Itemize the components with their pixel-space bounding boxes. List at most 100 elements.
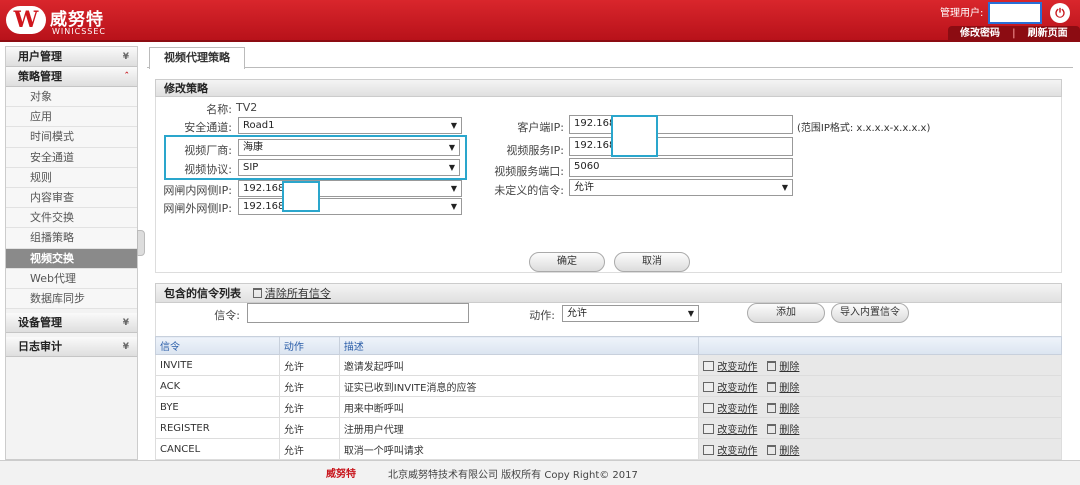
action-select[interactable]: 允许 ▼	[562, 305, 699, 322]
name-value: TV2	[236, 101, 258, 114]
signal-list-title: 包含的信令列表	[164, 287, 241, 300]
edit-icon	[703, 360, 715, 371]
footer-logo: 威努特	[326, 469, 356, 480]
undefined-signal-select[interactable]: 允许 ▼	[569, 179, 793, 196]
add-signal-button[interactable]: 添加	[747, 303, 825, 323]
dropdown-arrow-icon: ▼	[781, 183, 788, 192]
action-select-value: 允许	[567, 308, 587, 319]
sidebar-item-object[interactable]: 对象	[6, 87, 137, 108]
port-label: 视频服务端口:	[494, 165, 564, 178]
signal-cell: INVITE	[155, 354, 280, 376]
ip-range-hint: (范围IP格式: x.x.x.x-x.x.x.x)	[797, 123, 931, 134]
action-cell: 允许	[278, 375, 340, 397]
vendor-select[interactable]: 海康 ▼	[238, 139, 460, 156]
vendor-label: 视频厂商:	[184, 144, 232, 157]
admin-user-box	[988, 2, 1042, 24]
delete-link[interactable]: 删除	[779, 383, 799, 394]
signal-cell: ACK	[155, 375, 280, 397]
inner-ip-label: 网闸内网侧IP:	[163, 184, 232, 197]
server-ip-label: 视频服务IP:	[506, 144, 564, 157]
port-input[interactable]: 5060	[569, 158, 793, 177]
import-builtin-signals-button[interactable]: 导入内置信令	[831, 303, 909, 323]
server-ip-input[interactable]: 192.168.	[569, 137, 793, 156]
sidebar-group-user[interactable]: 用户管理 ¥	[6, 47, 137, 67]
channel-label: 安全通道:	[184, 121, 232, 134]
sidebar-item-db-sync[interactable]: 数据库同步	[6, 288, 137, 310]
change-action-link[interactable]: 改变动作	[717, 383, 757, 394]
clear-all-signals-label: 清除所有信令	[264, 287, 331, 300]
delete-link[interactable]: 删除	[779, 404, 799, 415]
name-label: 名称:	[206, 103, 232, 116]
table-row: INVITE 允许 邀请发起呼叫 改变动作 删除	[155, 354, 1062, 376]
trash-icon	[767, 444, 777, 455]
sidebar-group-device[interactable]: 设备管理 ¥	[6, 313, 137, 334]
logout-icon[interactable]: ⏻	[1050, 3, 1070, 23]
change-action-link[interactable]: 改变动作	[717, 362, 757, 373]
description-cell: 邀请发起呼叫	[338, 354, 700, 376]
chevron-down-icon: ¥	[122, 342, 129, 353]
edit-icon	[703, 444, 715, 455]
description-cell: 用来中断呼叫	[338, 396, 700, 418]
sidebar-item-application[interactable]: 应用	[6, 107, 137, 128]
sidebar-item-video-exchange[interactable]: 视频交换	[6, 248, 137, 269]
operations-cell: 改变动作 删除	[698, 438, 1062, 460]
trash-icon	[767, 423, 777, 434]
sidebar-item-content-review[interactable]: 内容审查	[6, 187, 137, 209]
channel-select[interactable]: Road1 ▼	[238, 117, 462, 134]
dropdown-arrow-icon: ▼	[687, 309, 694, 318]
change-action-link[interactable]: 改变动作	[717, 404, 757, 415]
inner-ip-select[interactable]: 192.168 ▼	[238, 180, 462, 197]
client-ip-input[interactable]: 192.168.	[569, 115, 793, 134]
column-header-action: 动作	[278, 336, 340, 355]
tab-video-proxy-policy[interactable]: 视频代理策略	[149, 47, 245, 69]
signal-input[interactable]	[247, 303, 469, 323]
channel-select-value: Road1	[243, 120, 275, 131]
signal-cell: BYE	[155, 396, 280, 418]
sidebar-item-web-proxy[interactable]: Web代理	[6, 268, 137, 289]
footer-copyright: 北京威努特技术有限公司 版权所有 Copy Right© 2017	[388, 470, 638, 481]
sidebar-collapse-handle[interactable]	[137, 230, 145, 256]
outer-ip-select[interactable]: 192.168 ▼	[238, 198, 462, 215]
protocol-select[interactable]: SIP ▼	[238, 159, 460, 176]
cancel-button[interactable]: 取消	[614, 252, 690, 272]
trash-icon	[767, 360, 777, 371]
sidebar-item-rules[interactable]: 规则	[6, 167, 137, 188]
chevron-down-icon: ¥	[122, 318, 129, 329]
signal-label: 信令:	[214, 309, 240, 322]
refresh-page-link[interactable]: 刷新页面	[1028, 28, 1068, 39]
description-cell: 证实已收到INVITE消息的应答	[338, 375, 700, 397]
ip-redaction-box	[282, 181, 320, 212]
tab-strip: 视频代理策略	[147, 46, 1073, 69]
delete-link[interactable]: 删除	[779, 446, 799, 457]
change-password-link[interactable]: 修改密码	[960, 28, 1000, 39]
dropdown-arrow-icon: ▼	[448, 143, 455, 152]
action-label: 动作:	[529, 309, 555, 322]
trash-icon	[767, 402, 777, 413]
table-row: ACK 允许 证实已收到INVITE消息的应答 改变动作 删除	[155, 375, 1062, 397]
top-links: 修改密码 | 刷新页面	[948, 26, 1080, 42]
change-action-link[interactable]: 改变动作	[717, 425, 757, 436]
confirm-button[interactable]: 确定	[529, 252, 605, 272]
table-row: CANCEL 允许 取消一个呼叫请求 改变动作 删除	[155, 438, 1062, 460]
delete-link[interactable]: 删除	[779, 362, 799, 373]
sidebar-group-log[interactable]: 日志审计 ¥	[6, 337, 137, 358]
vendor-select-value: 海康	[243, 142, 263, 153]
operations-cell: 改变动作 删除	[698, 354, 1062, 376]
sidebar-item-multicast[interactable]: 组播策略	[6, 228, 137, 249]
clear-all-signals-link[interactable]: 清除所有信令	[252, 287, 331, 300]
sidebar-item-file-exchange[interactable]: 文件交换	[6, 208, 137, 229]
change-action-link[interactable]: 改变动作	[717, 446, 757, 457]
table-row: BYE 允许 用来中断呼叫 改变动作 删除	[155, 396, 1062, 418]
ip-redaction-box	[611, 115, 658, 157]
sidebar-group-label: 策略管理	[18, 70, 62, 83]
description-cell: 取消一个呼叫请求	[338, 438, 700, 460]
dropdown-arrow-icon: ▼	[448, 163, 455, 172]
column-header-operations	[698, 336, 1062, 355]
sidebar-item-secure-channel[interactable]: 安全通道	[6, 147, 137, 168]
sidebar-item-time-mode[interactable]: 时间模式	[6, 127, 137, 148]
table-header-row: 信令 动作 描述	[155, 336, 1062, 355]
sidebar-group-policy[interactable]: 策略管理 ˆ	[6, 67, 137, 87]
action-cell: 允许	[278, 417, 340, 439]
client-ip-label: 客户端IP:	[517, 121, 564, 134]
delete-link[interactable]: 删除	[779, 425, 799, 436]
